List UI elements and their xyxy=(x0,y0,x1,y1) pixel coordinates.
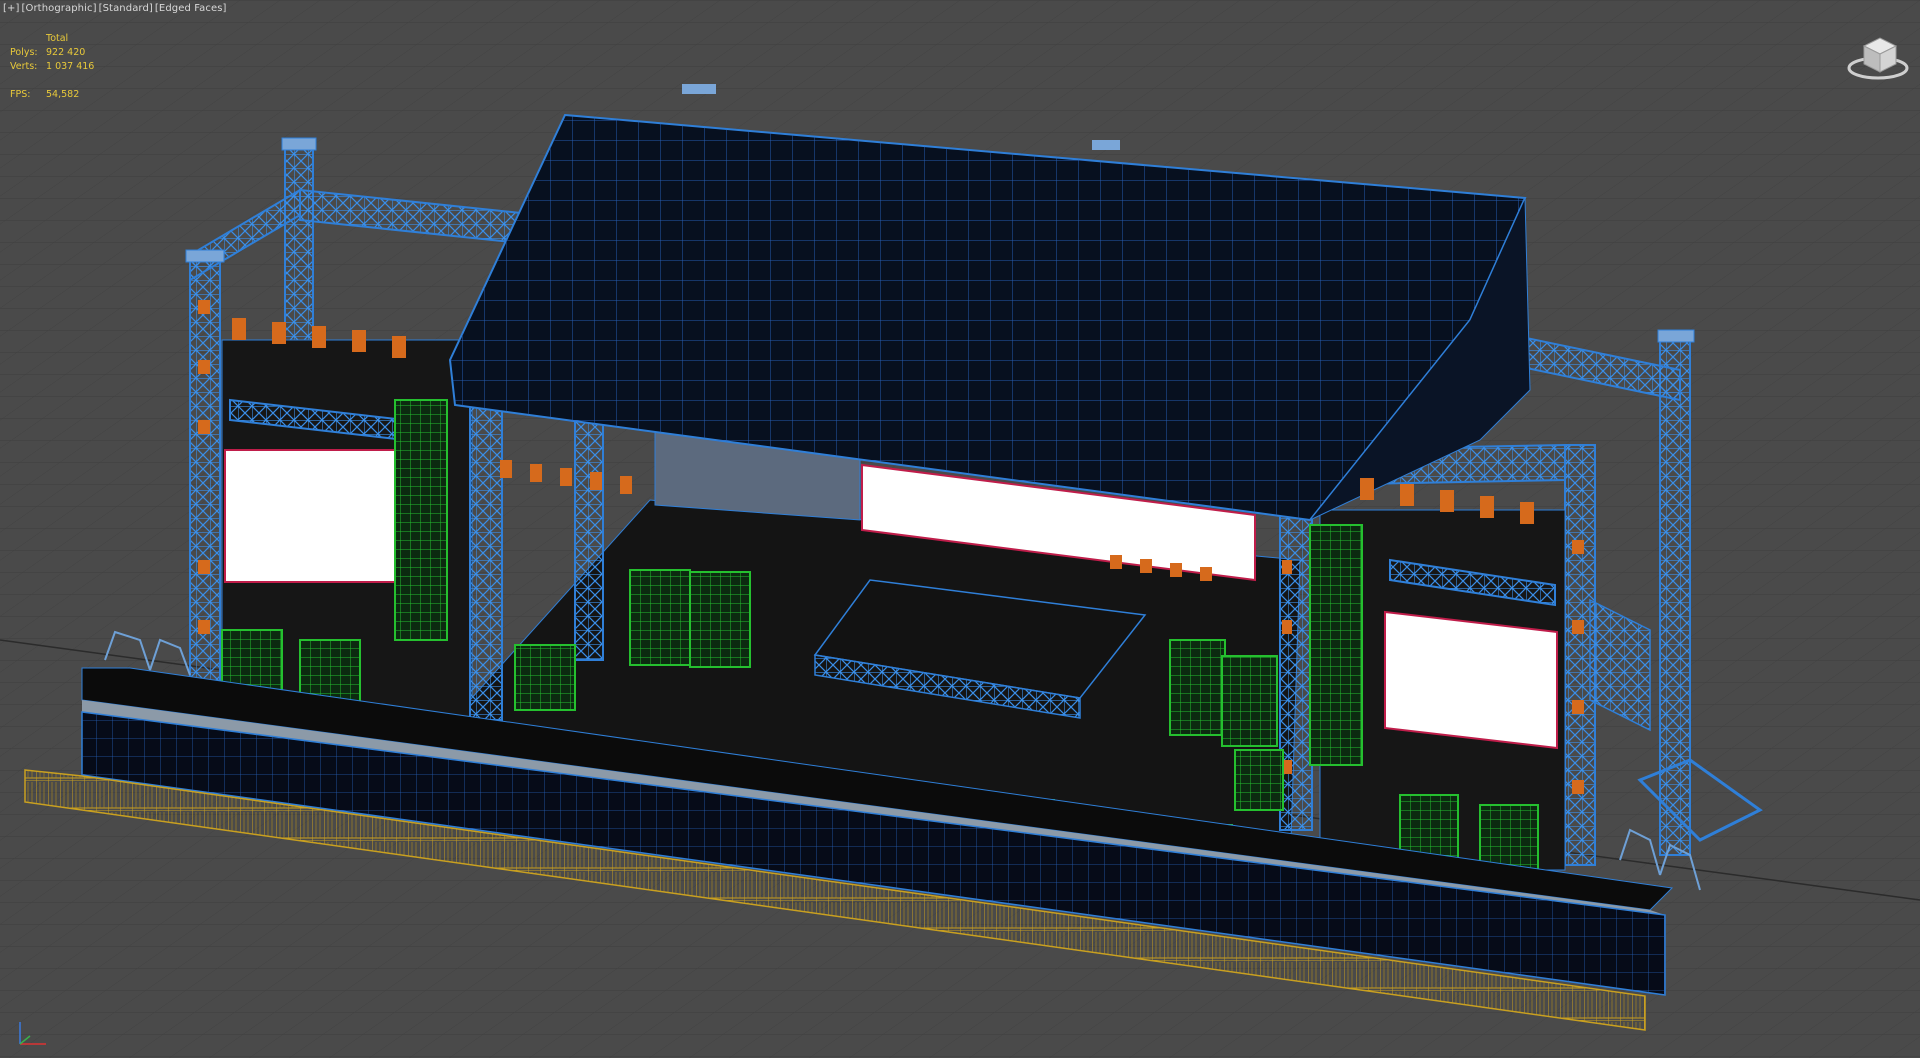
stats-fps-label: FPS: xyxy=(10,89,31,100)
viewcube-icon[interactable] xyxy=(1846,28,1910,84)
viewport-statistics: Total Polys: 922 420 Verts: 1 037 416 FP… xyxy=(10,32,94,102)
stats-verts-value: 1 037 416 xyxy=(46,61,95,72)
stats-polys-row: Polys: 922 420 xyxy=(10,46,94,60)
stats-verts-label: Verts: xyxy=(10,61,38,72)
viewport-shading-standard[interactable]: [Standard] xyxy=(98,3,154,14)
right-led-screen xyxy=(1384,610,1558,750)
3d-viewport[interactable]: [+] [Orthographic] [Standard] [Edged Fac… xyxy=(0,0,1920,1058)
stats-polys-label: Polys: xyxy=(10,47,38,58)
stage-scene[interactable] xyxy=(0,0,1920,1058)
stats-verts-row: Verts: 1 037 416 xyxy=(10,60,94,74)
axis-tripod-icon xyxy=(12,1016,52,1050)
right-line-array[interactable] xyxy=(1309,524,1363,766)
viewport-label-bar[interactable]: [+] [Orthographic] [Standard] [Edged Fac… xyxy=(2,3,228,14)
viewport-menu-plus[interactable]: [+] xyxy=(2,3,20,14)
stats-polys-value: 922 420 xyxy=(46,47,86,58)
stats-fps-value: 54,582 xyxy=(46,89,80,100)
left-line-array[interactable] xyxy=(394,399,448,641)
stats-header: Total xyxy=(46,33,69,44)
viewport-display-mode[interactable]: [Edged Faces] xyxy=(154,3,228,14)
left-led-screen xyxy=(224,449,396,583)
viewport-view-mode[interactable]: [Orthographic] xyxy=(20,3,97,14)
stats-fps-row: FPS: 54,582 xyxy=(10,88,94,102)
